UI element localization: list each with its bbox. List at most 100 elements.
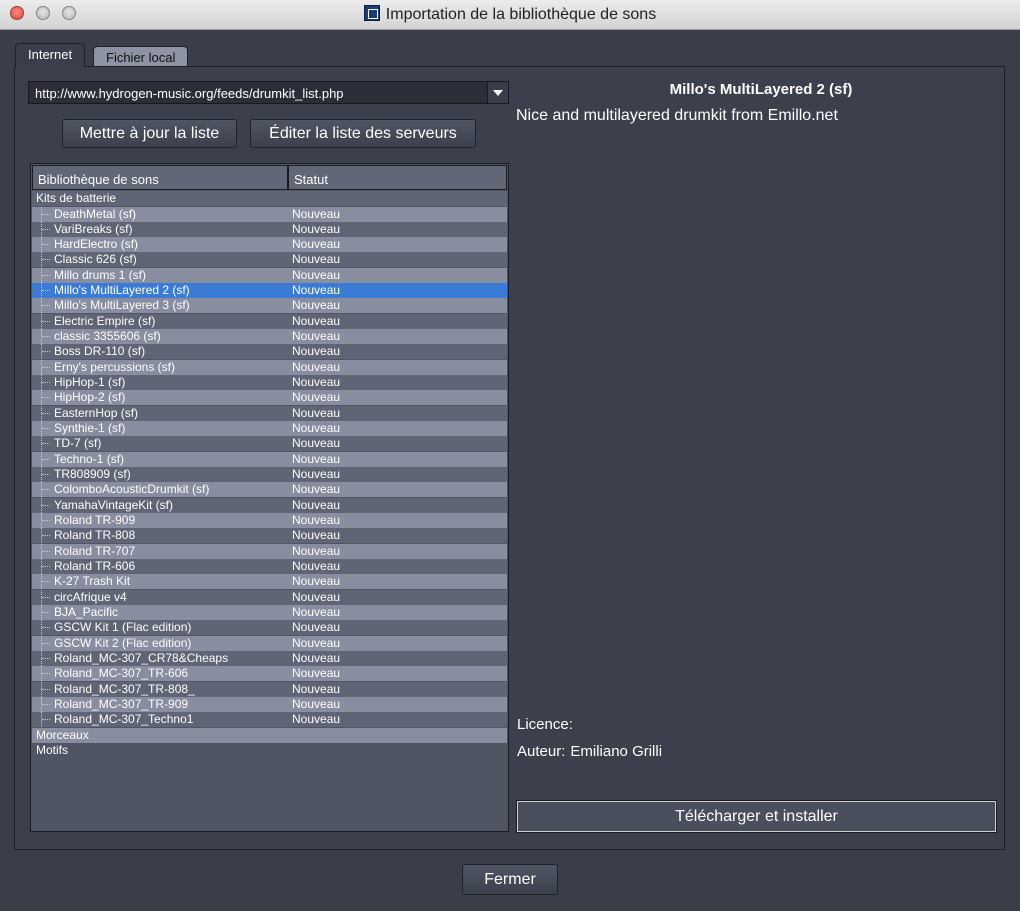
table-row[interactable]: Roland_MC-307_TR-909 Nouveau (32, 697, 507, 713)
row-status: Nouveau (292, 313, 341, 328)
tree-branch-icon (41, 298, 51, 314)
table-row[interactable]: VariBreaks (sf) Nouveau (32, 221, 507, 237)
row-status: Nouveau (292, 513, 341, 528)
tree-branch-icon (41, 206, 51, 222)
table-row[interactable]: HipHop-2 (sf) Nouveau (32, 390, 507, 406)
row-name: Roland TR-606 (54, 559, 136, 574)
row-status: Nouveau (292, 298, 341, 313)
sound-library-tree[interactable]: Bibliothèque de sons Statut Kits de batt… (30, 163, 509, 832)
group-label: Kits de batterie (36, 191, 117, 205)
table-row[interactable]: Roland TR-909 Nouveau (32, 513, 507, 529)
row-name: Roland TR-909 (54, 513, 136, 528)
table-row[interactable]: circAfrique v4 Nouveau (32, 589, 507, 605)
table-row[interactable]: Classic 626 (sf) Nouveau (32, 252, 507, 268)
table-row[interactable]: YamahaVintageKit (sf) Nouveau (32, 497, 507, 513)
table-row[interactable]: Roland TR-606 Nouveau (32, 559, 507, 575)
detail-title: Millo's MultiLayered 2 (sf) (669, 81, 853, 98)
column-header-status[interactable]: Statut (288, 165, 507, 190)
table-row[interactable]: classic 3355606 (sf) Nouveau (32, 329, 507, 345)
tree-branch-icon (41, 543, 51, 559)
chevron-down-icon[interactable] (487, 82, 508, 103)
tab-internet[interactable]: Internet (15, 43, 86, 67)
tree-branch-icon (41, 313, 51, 329)
row-status: Nouveau (292, 267, 341, 282)
update-list-button[interactable]: Mettre à jour la liste (62, 119, 237, 148)
tree-branch-icon (41, 467, 51, 483)
tree-branch-icon (41, 405, 51, 421)
row-name: HardElectro (sf) (54, 237, 139, 252)
tab-local-file[interactable]: Fichier local (93, 46, 189, 66)
table-row[interactable]: Roland_MC-307_TR-606 Nouveau (32, 666, 507, 682)
row-status: Nouveau (292, 666, 341, 681)
row-status: Nouveau (292, 421, 341, 436)
table-row[interactable]: GSCW Kit 2 (Flac edition) Nouveau (32, 635, 507, 651)
row-name: Roland TR-808 (54, 528, 136, 543)
server-url-combobox[interactable]: http://www.hydrogen-music.org/feeds/drum… (28, 81, 509, 104)
table-row[interactable]: GSCW Kit 1 (Flac edition) Nouveau (32, 620, 507, 636)
download-install-button[interactable]: Télécharger et installer (516, 800, 997, 833)
row-name: Synthie-1 (sf) (54, 421, 126, 436)
row-status: Nouveau (292, 221, 341, 236)
licence-label: Licence: (517, 716, 573, 733)
tree-branch-icon (41, 697, 51, 713)
table-row[interactable]: Roland TR-808 Nouveau (32, 528, 507, 544)
group-drumkits[interactable]: Kits de batterie (32, 191, 507, 206)
row-status: Nouveau (292, 589, 341, 604)
row-name: Erny's percussions (sf) (54, 359, 175, 374)
table-row[interactable]: Roland_MC-307_CR78&Cheaps Nouveau (32, 651, 507, 667)
table-row[interactable]: Electric Empire (sf) Nouveau (32, 313, 507, 329)
row-status: Nouveau (292, 482, 341, 497)
row-status: Nouveau (292, 651, 341, 666)
table-row[interactable]: Boss DR-110 (sf) Nouveau (32, 344, 507, 360)
table-row[interactable]: Erny's percussions (sf) Nouveau (32, 359, 507, 375)
tree-branch-icon (41, 267, 51, 283)
table-row[interactable]: TR808909 (sf) Nouveau (32, 467, 507, 483)
table-row[interactable]: Roland_MC-307_Techno1 Nouveau (32, 712, 507, 728)
row-status: Nouveau (292, 559, 341, 574)
tree-branch-icon (41, 221, 51, 237)
row-name: HipHop-1 (sf) (54, 375, 126, 390)
group-songs[interactable]: Morceaux (32, 727, 507, 743)
row-name: TR808909 (sf) (54, 467, 131, 482)
tree-branch-icon (41, 283, 51, 299)
author-value: Emiliano Grilli (570, 743, 663, 760)
table-row[interactable]: K-27 Trash Kit Nouveau (32, 574, 507, 590)
table-row[interactable]: EasternHop (sf) Nouveau (32, 405, 507, 421)
tree-branch-icon (41, 359, 51, 375)
row-name: circAfrique v4 (54, 589, 127, 604)
window-title-wrap: Importation de la bibliothèque de sons (0, 5, 1020, 24)
table-row[interactable]: DeathMetal (sf) Nouveau (32, 206, 507, 222)
tree-branch-icon (41, 451, 51, 467)
row-name: EasternHop (sf) (54, 405, 139, 420)
table-row[interactable]: Roland_MC-307_TR-808_ Nouveau (32, 681, 507, 697)
edit-servers-button[interactable]: Éditer la liste des serveurs (250, 119, 476, 148)
table-row[interactable]: Millo drums 1 (sf) Nouveau (32, 267, 507, 283)
detail-description: Nice and multilayered drumkit from Emill… (516, 107, 838, 124)
table-row[interactable]: Roland TR-707 Nouveau (32, 543, 507, 559)
window-title: Importation de la bibliothèque de sons (385, 6, 657, 23)
table-row[interactable]: ColomboAcousticDrumkit (sf) Nouveau (32, 482, 507, 498)
table-row[interactable]: HipHop-1 (sf) Nouveau (32, 375, 507, 391)
group-patterns[interactable]: Motifs (32, 743, 507, 758)
row-name: VariBreaks (sf) (54, 221, 133, 236)
table-row[interactable]: HardElectro (sf) Nouveau (32, 237, 507, 253)
row-name: Classic 626 (sf) (54, 252, 137, 267)
row-status: Nouveau (292, 344, 341, 359)
row-status: Nouveau (292, 329, 341, 344)
table-row[interactable]: Techno-1 (sf) Nouveau (32, 451, 507, 467)
row-status: Nouveau (292, 237, 341, 252)
close-button[interactable]: Fermer (462, 864, 558, 895)
row-name: HipHop-2 (sf) (54, 390, 126, 405)
table-row[interactable]: Millo's MultiLayered 3 (sf) Nouveau (32, 298, 507, 314)
tree-branch-icon (41, 252, 51, 268)
row-name: DeathMetal (sf) (54, 206, 137, 221)
title-bar: Importation de la bibliothèque de sons (0, 0, 1020, 30)
table-row[interactable]: Millo's MultiLayered 2 (sf) Nouveau (32, 283, 507, 299)
author-info: Auteur: Emiliano Grilli (517, 743, 662, 760)
table-row[interactable]: Synthie-1 (sf) Nouveau (32, 421, 507, 437)
row-status: Nouveau (292, 436, 341, 451)
row-name: GSCW Kit 1 (Flac edition) (54, 620, 192, 635)
column-header-library[interactable]: Bibliothèque de sons (32, 165, 288, 190)
table-row[interactable]: TD-7 (sf) Nouveau (32, 436, 507, 452)
table-row[interactable]: BJA_Pacific Nouveau (32, 605, 507, 621)
